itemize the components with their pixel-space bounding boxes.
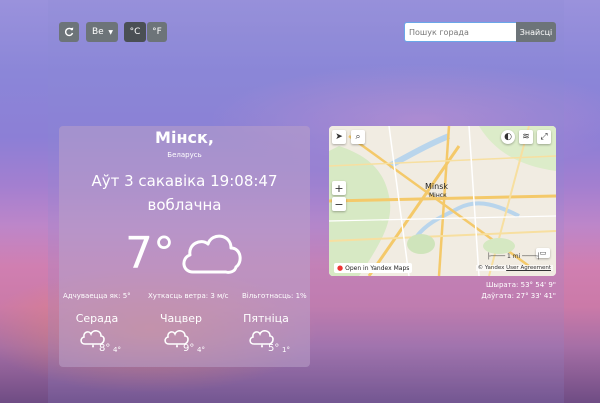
celsius-button[interactable]: °C: [124, 22, 146, 42]
layers-icon[interactable]: ≋: [519, 130, 533, 144]
current-datetime: Аўт 3 сакавіка 19:08:47: [91, 172, 278, 190]
forecast-low: 4°: [197, 346, 205, 354]
feels-like: Адчуваецца як: 5°: [63, 292, 131, 300]
wind-speed: Хуткасць ветра: 3 м/с: [148, 292, 229, 300]
zoom-in-button[interactable]: +: [332, 181, 346, 195]
language-label: Be: [92, 27, 104, 37]
refresh-button[interactable]: [59, 22, 79, 42]
longitude: Даўгата: 27° 33' 41": [481, 292, 556, 300]
map-city-label: Minsk: [425, 182, 448, 191]
search-icon[interactable]: ⌕: [351, 130, 365, 144]
city-map[interactable]: ➤ ⌕ ◐ ≋ ⤢ + − Minsk Мінск ▭ ├──── 1 mi ─…: [329, 126, 556, 276]
map-scale: ├──── 1 mi ────┤: [487, 253, 541, 260]
forecast-low: 1°: [282, 346, 290, 354]
map-copyright: © Yandex User Agreement: [475, 265, 553, 271]
map-pin-icon: ●: [337, 264, 344, 272]
forecast-day: Серада 8° 4°: [67, 312, 127, 354]
refresh-icon: [64, 27, 74, 37]
zoom-out-button[interactable]: −: [332, 197, 346, 211]
open-in-yandex-link[interactable]: ● Open in Yandex Maps: [334, 263, 413, 273]
map-city-label-local: Мінск: [429, 192, 447, 199]
language-select[interactable]: Be ▼: [86, 22, 118, 42]
forecast-high: 8°: [99, 343, 111, 354]
forecast-day: Чацвер 9° 4°: [151, 312, 211, 354]
country-name: Беларусь: [167, 151, 202, 159]
map-scale-label: 1 mi: [506, 253, 521, 260]
open-in-yandex-label: Open in Yandex Maps: [345, 264, 410, 272]
forecast-day-name: Серада: [75, 312, 119, 325]
traffic-icon[interactable]: ◐: [501, 130, 515, 144]
forecast-low: 4°: [113, 346, 121, 354]
search-button[interactable]: Знайсці: [516, 22, 556, 42]
forecast-day-name: Пятніца: [243, 312, 289, 325]
weather-card: Мінск, Беларусь Аўт 3 сакавіка 19:08:47 …: [59, 126, 310, 367]
forecast-high: 5°: [268, 343, 280, 354]
city-name: Мінск,: [155, 128, 214, 147]
map-copyright-text: © Yandex: [477, 265, 505, 271]
latitude: Шырата: 53° 54' 9": [485, 281, 556, 289]
search-bar: Знайсці: [404, 22, 556, 42]
humidity: Вільготнасць: 1%: [242, 292, 307, 300]
forecast-day-name: Чацвер: [159, 312, 202, 325]
fullscreen-icon[interactable]: ⤢: [537, 130, 551, 144]
locate-arrow-icon[interactable]: ➤: [332, 130, 346, 144]
forecast-day: Пятніца 5° 1°: [236, 312, 296, 354]
caret-down-icon: ▼: [108, 28, 113, 36]
weather-condition: воблачна: [147, 196, 222, 214]
current-temperature: 7°: [125, 228, 175, 279]
cloud-icon: [182, 234, 242, 274]
user-agreement-link[interactable]: User Agreement: [506, 265, 551, 271]
search-input[interactable]: [404, 22, 516, 42]
forecast-high: 9°: [183, 343, 195, 354]
fahrenheit-button[interactable]: °F: [147, 22, 167, 42]
